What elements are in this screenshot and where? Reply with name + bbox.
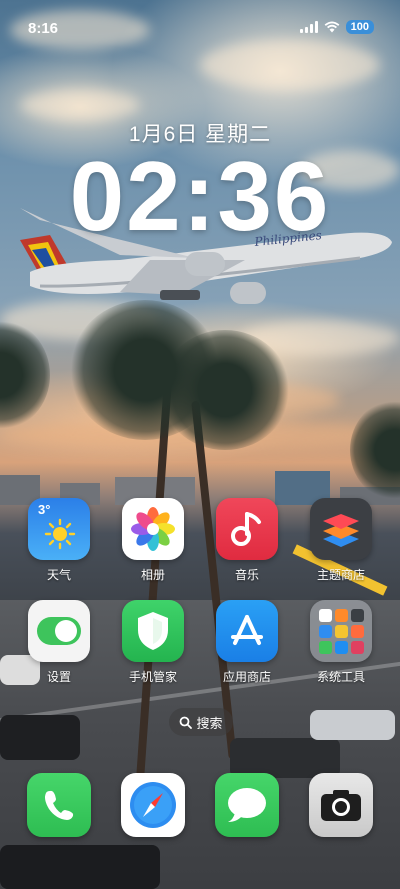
dock-messages[interactable] (215, 773, 279, 837)
phone-icon (45, 790, 74, 820)
app-weather[interactable]: 3° 天气 (21, 498, 97, 583)
clock: 02:36 (69, 141, 331, 251)
photos-icon (122, 498, 184, 560)
app-system-tools[interactable]: 系统工具 (303, 600, 379, 685)
app-store-icon (216, 600, 278, 662)
battery-indicator: 100 (345, 20, 374, 34)
app-label: 音乐 (234, 568, 259, 582)
dock-browser[interactable] (121, 773, 185, 837)
shield-icon (122, 600, 184, 662)
status-icons: 100 (299, 20, 374, 34)
app-label: 应用商店 (222, 670, 271, 684)
search-button[interactable]: 搜索 (169, 708, 233, 736)
app-label: 系统工具 (316, 670, 365, 684)
cellular-signal-icon (299, 21, 318, 33)
app-label: 主题商店 (316, 568, 365, 582)
search-icon (180, 716, 193, 729)
status-time: 8:16 (28, 20, 59, 37)
app-label: 手机管家 (128, 670, 177, 684)
wifi-icon (324, 21, 340, 33)
app-music[interactable]: 音乐 (209, 498, 285, 583)
camera-icon (321, 790, 361, 821)
app-gallery[interactable]: 相册 (115, 498, 191, 583)
weather-temp: 3° (38, 502, 51, 517)
dock-camera[interactable] (309, 773, 373, 837)
status-bar: 8:16 100 (0, 0, 400, 56)
weather-icon: 3° (28, 498, 90, 560)
themes-icon (310, 498, 372, 560)
app-theme-store[interactable]: 主题商店 (303, 498, 379, 583)
message-icon (228, 788, 266, 822)
dock-phone[interactable] (27, 773, 91, 837)
folder-icon (310, 600, 372, 662)
app-phone-manager[interactable]: 手机管家 (115, 600, 191, 685)
app-label: 天气 (46, 568, 71, 582)
compass-icon (130, 782, 176, 828)
app-settings[interactable]: 设置 (21, 600, 97, 685)
search-label: 搜索 (196, 715, 223, 731)
music-icon (216, 498, 278, 560)
app-label: 设置 (46, 670, 71, 684)
app-app-store[interactable]: 应用商店 (209, 600, 285, 685)
app-label: 相册 (140, 568, 165, 582)
toggle-icon (28, 600, 90, 662)
